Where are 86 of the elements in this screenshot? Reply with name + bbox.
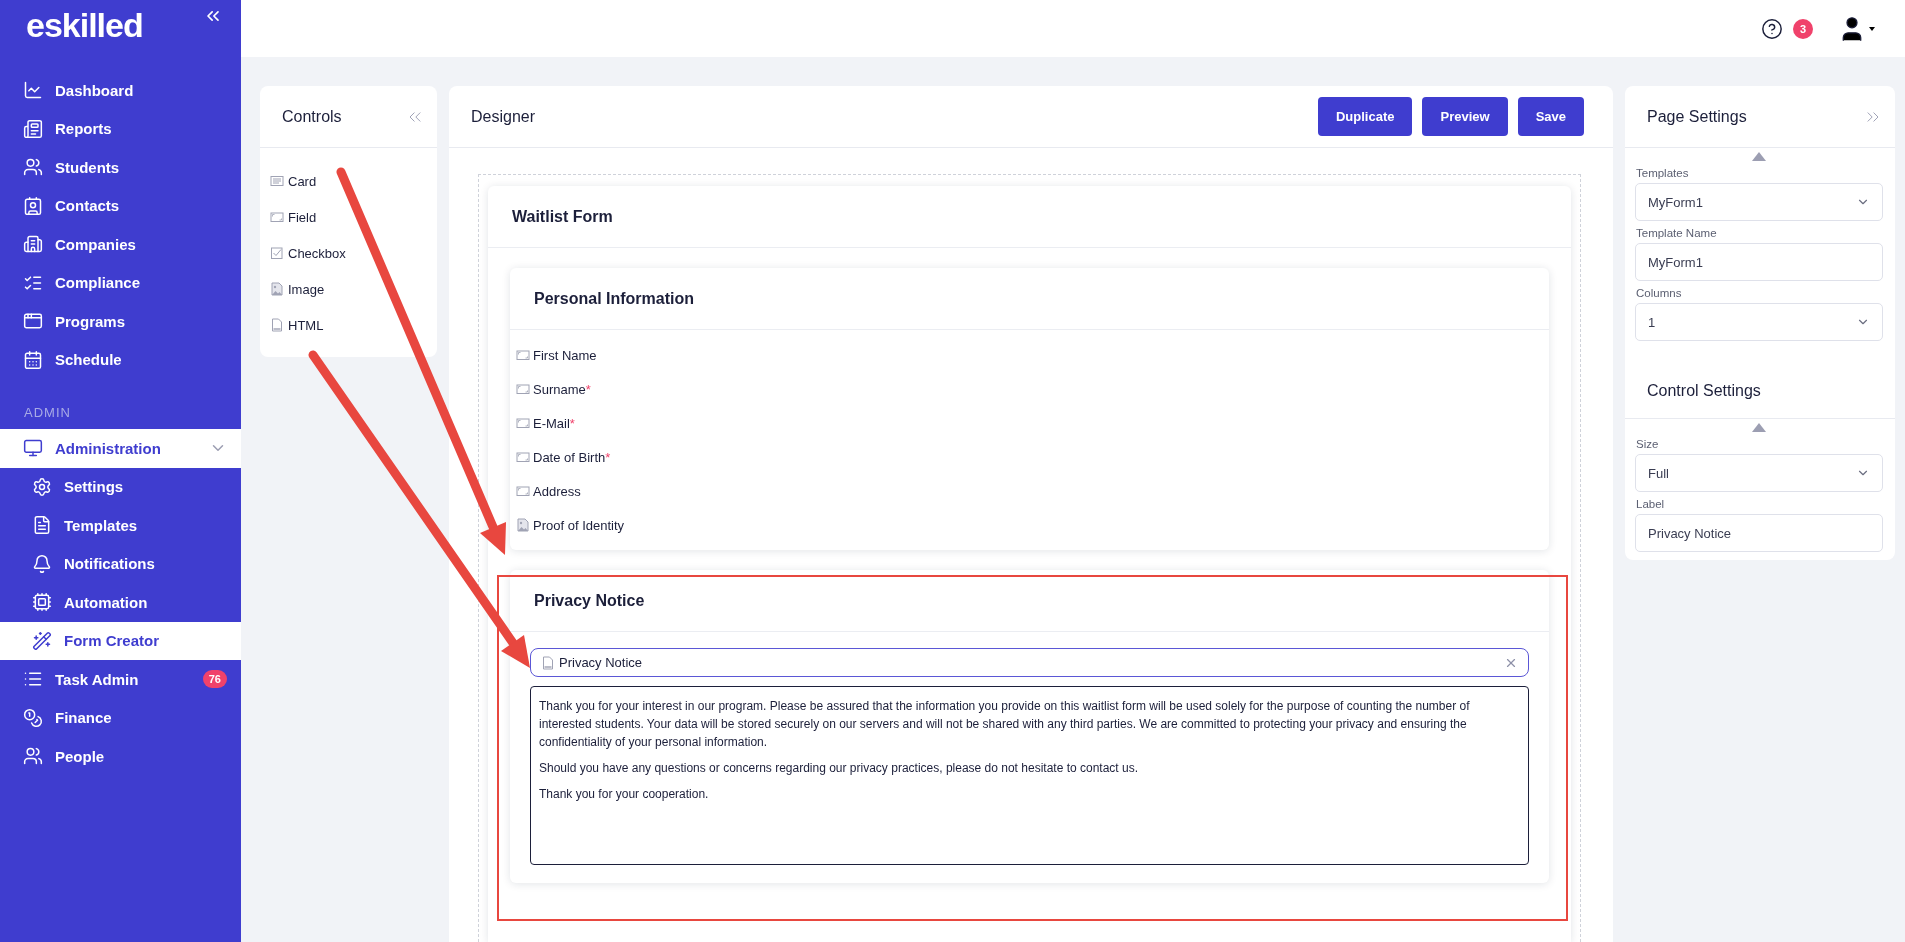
checkbox-icon [270,246,284,260]
field-label: First Name [533,347,597,363]
control-item[interactable]: HTML [288,317,324,333]
action-button[interactable]: Preview [1422,97,1508,136]
field-label: Label [1636,498,1666,510]
section-title: ADMIN [23,404,72,422]
newspaper-icon [23,118,43,139]
gear-icon [32,476,52,497]
card-title: Privacy Notice [534,591,645,610]
input-field[interactable]: MyForm1 [1635,243,1883,281]
wand-icon [32,630,52,651]
logo: eskilled [26,6,143,45]
form-title: Waitlist Form [512,207,613,226]
sidebar-item[interactable]: Programs [0,302,241,341]
users-icon [23,746,43,767]
bell-icon [32,553,52,574]
field-label: E-Mail* [533,415,575,431]
sidebar-item[interactable]: Reports [0,109,241,148]
sidebar-item[interactable]: Students [0,148,241,187]
control-item[interactable]: Card [288,173,317,189]
field-icon [516,416,530,430]
action-button[interactable]: Save [1517,97,1584,136]
html-editor[interactable] [530,686,1529,865]
select-field[interactable]: Full [1635,454,1883,492]
document-icon [270,318,284,332]
field-icon [516,348,530,362]
users-icon [23,157,43,178]
chip-icon [32,592,52,613]
paragraph: Thank you for your cooperation. [539,786,710,803]
building-icon [23,234,43,255]
field-label: Templates [1636,167,1690,179]
count-badge: 76 [202,670,227,689]
panel-title: Controls [282,107,342,126]
sidebar-item[interactable]: Finance [0,698,241,737]
sidebar-item[interactable]: Settings [0,467,241,506]
monitor-icon [23,438,43,459]
select-field[interactable]: MyForm1 [1635,183,1883,221]
document-icon [541,655,555,670]
action-button[interactable]: Duplicate [1317,97,1413,136]
coins-icon [23,707,43,728]
paragraph: Should you have any questions or concerns regarding our privacy practices, please do not hesitate to contact us. [539,760,1140,777]
triangle-icon[interactable] [1752,423,1766,432]
panel-title: Control Settings [1647,381,1761,400]
field-label: Template Name [1636,227,1718,239]
triangle-icon[interactable] [1752,152,1766,161]
sidebar-item[interactable]: Administration [0,429,241,468]
paragraph: Thank you for your interest in our program. Please be assured that the information you provide on this waitlist form will be used solely for the purpose of counting the number of interested students. Your data will be stored securely on our servers and will not be shared with any third parties. We are committed to protecting your privacy and ensuring the confidentiality of your personal information. [539,698,1471,751]
sidebar-item[interactable]: People [0,737,241,776]
input-field[interactable]: Privacy Notice [1635,514,1883,552]
field-icon [516,484,530,498]
control-item[interactable]: Image [288,281,325,297]
sidebar-item[interactable]: Contacts [0,186,241,225]
document-icon [32,515,52,536]
panel-title: Designer [471,107,536,126]
panel-title: Page Settings [1647,107,1747,126]
field-label: Date of Birth* [533,449,611,465]
field-icon [516,382,530,396]
field-label: Size [1636,438,1660,450]
contact-icon [23,195,43,216]
sidebar-item[interactable]: Templates [0,506,241,545]
sidebar-item[interactable]: Dashboard [0,71,241,110]
help-icon[interactable] [1761,17,1783,40]
card-icon [270,174,284,188]
control-item[interactable]: Checkbox [288,245,346,261]
field-label: Proof of Identity [533,517,625,533]
chart-icon [23,80,43,101]
sidebar-item[interactable]: Task Admin 76 [0,660,241,699]
sidebar-item[interactable]: Automation [0,583,241,622]
field-label: Surname* [533,381,591,397]
control-item[interactable]: Field [288,209,317,225]
sidebar-item[interactable]: Schedule [0,340,241,379]
html-control[interactable]: Privacy Notice [530,648,1529,677]
image-icon [516,518,530,532]
sidebar-item[interactable]: Form Creator [0,621,241,660]
field-icon [270,210,284,224]
sidebar-item[interactable]: Notifications [0,544,241,583]
field-label: Address [533,483,581,499]
field-label: Columns [1636,287,1683,299]
card-title: Personal Information [534,289,695,308]
notification-badge[interactable]: 3 [1793,18,1813,39]
sidebar-item[interactable]: Compliance [0,263,241,302]
sidebar-item[interactable]: Companies [0,225,241,264]
select-field[interactable]: 1 [1635,303,1883,341]
calendar-icon [23,349,43,370]
field-icon [516,450,530,464]
image-icon [270,282,284,296]
